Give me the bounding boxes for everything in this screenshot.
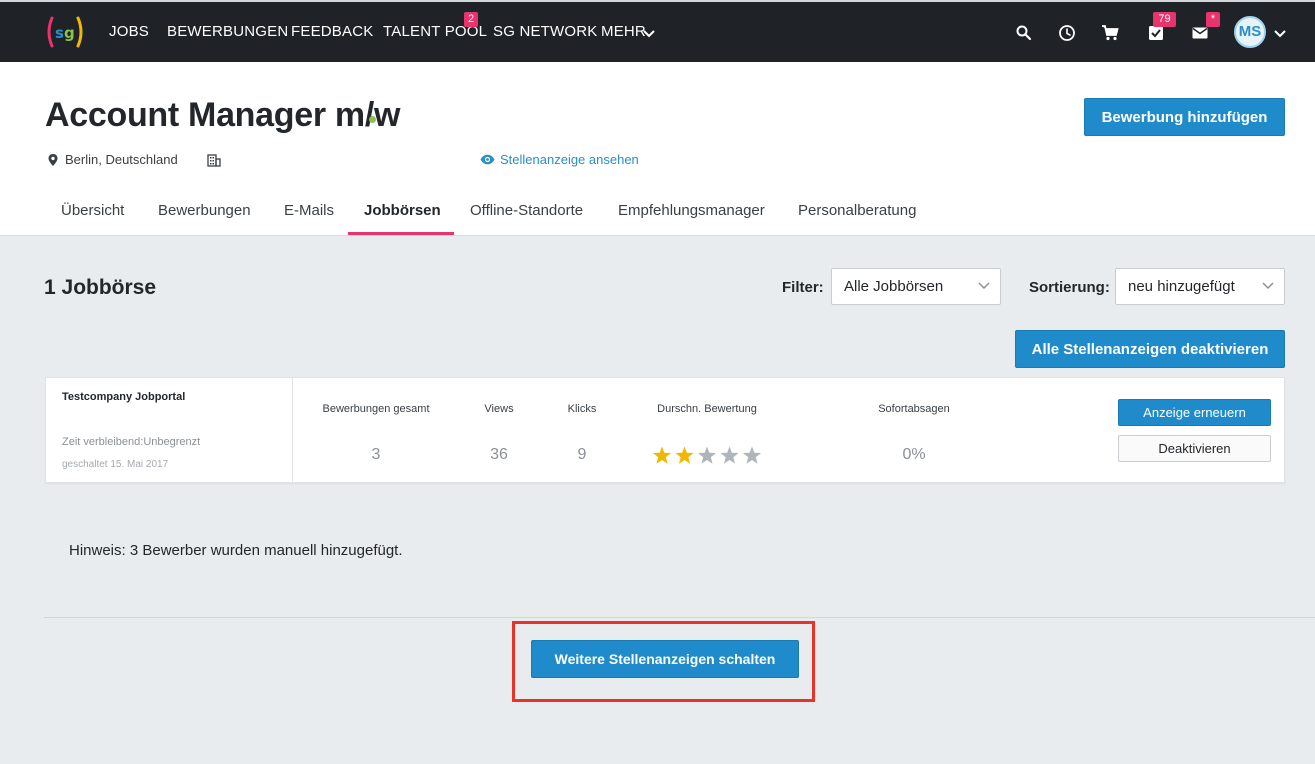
star-empty-icon <box>742 446 762 464</box>
stat-header-clicks: Klicks <box>567 403 597 415</box>
page-title: Account Manager m/w <box>45 96 401 134</box>
top-navigation: s g JOBS BEWERBUNGEN FEEDBACK TALENT POO… <box>0 0 1315 62</box>
nav-mehr[interactable]: MEHR <box>601 23 646 40</box>
nav-bewerbungen[interactable]: BEWERBUNGEN <box>167 23 288 40</box>
clock-icon[interactable] <box>1058 24 1076 42</box>
active-tab-indicator <box>348 232 454 235</box>
filter-select[interactable]: Alle Jobbörsen <box>831 268 1001 305</box>
stat-value-applications: 3 <box>371 446 381 463</box>
rating-stars-svg <box>652 446 762 464</box>
renew-ad-button[interactable]: Anzeige erneuern <box>1118 399 1271 426</box>
tasks-badge: 79 <box>1153 12 1176 27</box>
tab-empfehlungsmanager[interactable]: Empfehlungsmanager <box>618 202 765 219</box>
tab-emails[interactable]: E-Mails <box>284 202 334 219</box>
company-building-icon[interactable] <box>207 153 221 167</box>
star-filled-icon <box>652 446 672 464</box>
publish-more-ads-button[interactable]: Weitere Stellenanzeigen schalten <box>531 640 799 678</box>
svg-text:s: s <box>55 24 64 42</box>
star-empty-icon <box>697 446 717 464</box>
star-filled-icon <box>675 446 694 464</box>
nav-jobs[interactable]: JOBS <box>109 23 149 40</box>
sort-label: Sortierung: <box>1029 279 1110 296</box>
stat-value-instant-rejections: 0% <box>902 446 926 463</box>
chevron-down-icon <box>1262 282 1274 290</box>
stat-header-rating: Durschn. Bewertung <box>657 403 757 415</box>
sort-select-value: neu hinzugefügt <box>1128 278 1235 295</box>
published-date: geschaltet 15. Mai 2017 <box>62 459 169 470</box>
status-dot <box>369 116 376 123</box>
job-location: Berlin, Deutschland <box>65 152 178 167</box>
job-board-info: Testcompany Jobportal Zeit verbleibend:U… <box>46 378 293 482</box>
deactivate-button[interactable]: Deaktivieren <box>1118 435 1271 462</box>
time-remaining: Zeit verbleibend:Unbegrenzt <box>62 436 201 448</box>
svg-text:g: g <box>64 24 75 42</box>
stat-value-clicks: 9 <box>577 446 587 463</box>
star-empty-icon <box>720 446 739 464</box>
nav-feedback[interactable]: FEEDBACK <box>291 23 373 40</box>
tab-uebersicht[interactable]: Übersicht <box>61 202 124 219</box>
filter-select-value: Alle Jobbörsen <box>844 278 944 295</box>
user-avatar[interactable]: MS <box>1234 16 1266 48</box>
filter-label: Filter: <box>782 279 824 296</box>
cart-icon[interactable] <box>1101 24 1119 42</box>
tab-bewerbungen[interactable]: Bewerbungen <box>158 202 251 219</box>
company-logo[interactable]: s g <box>44 14 86 50</box>
rating-stars <box>652 446 767 471</box>
stat-header-applications: Bewerbungen gesamt <box>322 403 430 415</box>
stat-value-views: 36 <box>490 446 508 463</box>
mail-badge: * <box>1206 12 1220 27</box>
divider <box>44 617 1315 618</box>
chevron-down-icon[interactable] <box>1274 29 1286 38</box>
add-application-button[interactable]: Bewerbung hinzufügen <box>1084 98 1285 136</box>
chevron-down-icon[interactable] <box>643 29 655 38</box>
tab-jobboersen[interactable]: Jobbörsen <box>364 202 441 219</box>
manual-applicants-hint: Hinweis: 3 Bewerber wurden manuell hinzu… <box>69 542 403 559</box>
eye-icon[interactable] <box>480 154 495 165</box>
job-header: Account Manager m/w Berlin, Deutschland … <box>0 62 1315 236</box>
nav-sg-network[interactable]: SG NETWORK <box>493 23 598 40</box>
tab-personalberatung[interactable]: Personalberatung <box>798 202 916 219</box>
deactivate-all-ads-button[interactable]: Alle Stellenanzeigen deaktivieren <box>1015 330 1285 368</box>
job-board-name: Testcompany Jobportal <box>62 391 186 403</box>
search-icon[interactable] <box>1015 24 1033 42</box>
job-board-count: 1 Jobbörse <box>44 276 157 299</box>
view-job-ad-link[interactable]: Stellenanzeige ansehen <box>500 152 639 167</box>
location-pin-icon <box>48 154 58 166</box>
chevron-down-icon <box>978 282 990 290</box>
sort-select[interactable]: neu hinzugefügt <box>1115 268 1285 305</box>
stat-header-instant-rejections: Sofortabsagen <box>878 403 950 415</box>
stat-header-views: Views <box>484 403 514 415</box>
tab-offline-standorte[interactable]: Offline-Standorte <box>470 202 583 219</box>
talent-pool-badge: 2 <box>464 12 478 27</box>
job-board-card: Testcompany Jobportal Zeit verbleibend:U… <box>45 377 1285 483</box>
